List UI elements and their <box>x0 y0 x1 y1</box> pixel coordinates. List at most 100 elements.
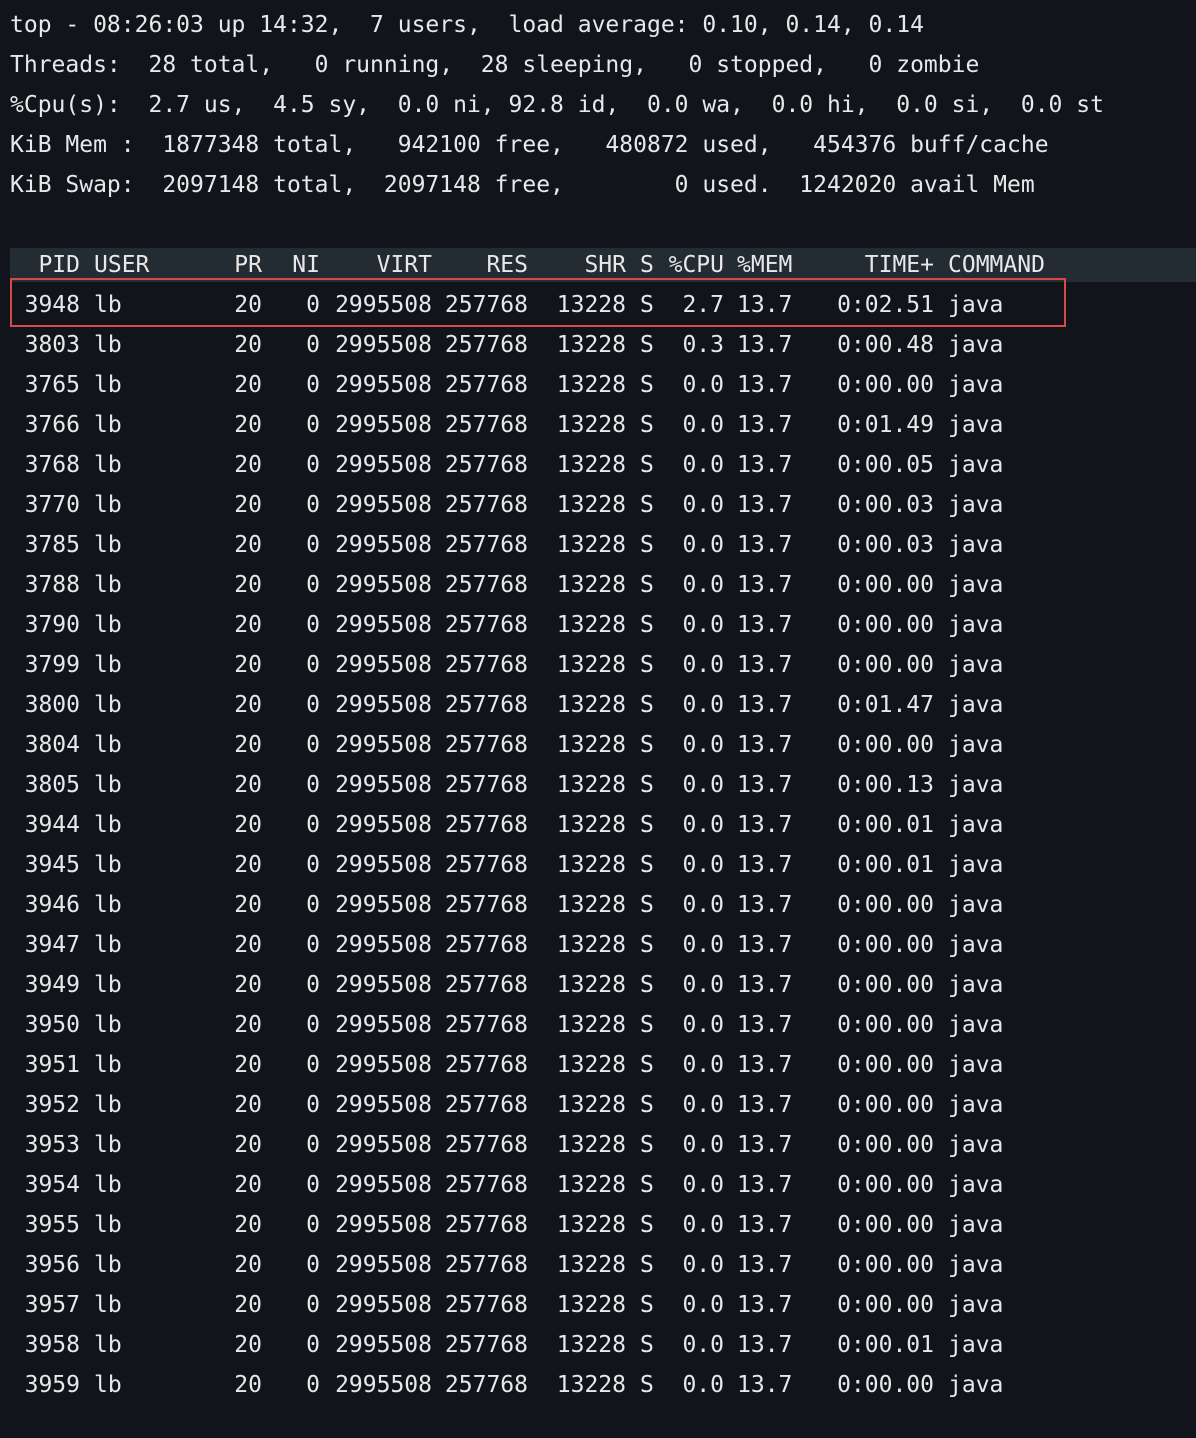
command-cell: java <box>948 812 1004 838</box>
mem-cell: 13.7 <box>737 452 793 478</box>
time-cell: 0:00.48 <box>837 332 934 358</box>
command-cell: java <box>948 652 1004 678</box>
shr-cell: 13228 <box>556 652 626 678</box>
virt-cell: 2995508 <box>335 852 432 878</box>
state-cell: S <box>640 492 654 518</box>
state-cell: S <box>640 852 654 878</box>
user-cell: lb <box>94 412 122 438</box>
virt-cell: 2995508 <box>335 892 432 918</box>
shr-cell: 13228 <box>556 372 626 398</box>
nice-cell: 0 <box>306 1132 320 1158</box>
cpu-cell: 0.0 <box>682 1132 724 1158</box>
summary-threads-line: Threads: 28 total, 0 running, 28 sleepin… <box>10 52 980 78</box>
command-cell: java <box>948 972 1004 998</box>
command-cell: java <box>948 612 1004 638</box>
command-cell: java <box>948 1132 1004 1158</box>
shr-cell: 13228 <box>556 1212 626 1238</box>
state-cell: S <box>640 452 654 478</box>
res-cell: 257768 <box>444 1252 528 1278</box>
pid-cell: 3957 <box>24 1292 80 1318</box>
cpu-cell: 0.0 <box>682 1212 724 1238</box>
nice-cell: 0 <box>306 1252 320 1278</box>
mem-cell: 13.7 <box>737 932 793 958</box>
cpu-cell: 0.0 <box>682 1372 724 1398</box>
pid-cell: 3805 <box>24 772 80 798</box>
priority-cell: 20 <box>234 972 262 998</box>
user-cell: lb <box>94 452 122 478</box>
mem-cell: 13.7 <box>737 412 793 438</box>
nice-cell: 0 <box>306 1332 320 1358</box>
nice-cell: 0 <box>306 372 320 398</box>
time-cell: 0:00.00 <box>837 1372 934 1398</box>
pid-cell: 3956 <box>24 1252 80 1278</box>
mem-cell: 13.7 <box>737 1332 793 1358</box>
command-cell: java <box>948 1092 1004 1118</box>
state-cell: S <box>640 412 654 438</box>
priority-cell: 20 <box>234 692 262 718</box>
res-cell: 257768 <box>444 332 528 358</box>
shr-cell: 13228 <box>556 332 626 358</box>
summary-uptime-line: top - 08:26:03 up 14:32, 7 users, load a… <box>10 12 924 38</box>
shr-cell: 13228 <box>556 772 626 798</box>
priority-cell: 20 <box>234 1212 262 1238</box>
command-cell: java <box>948 1292 1004 1318</box>
res-cell: 257768 <box>444 1012 528 1038</box>
nice-cell: 0 <box>306 972 320 998</box>
state-cell: S <box>640 1332 654 1358</box>
mem-cell: 13.7 <box>737 1292 793 1318</box>
mem-cell: 13.7 <box>737 812 793 838</box>
state-cell: S <box>640 1252 654 1278</box>
nice-cell: 0 <box>306 612 320 638</box>
mem-cell: 13.7 <box>737 1132 793 1158</box>
shr-cell: 13228 <box>556 1372 626 1398</box>
mem-cell: 13.7 <box>737 972 793 998</box>
virt-cell: 2995508 <box>335 652 432 678</box>
time-cell: 0:00.00 <box>837 732 934 758</box>
cpu-cell: 0.0 <box>682 732 724 758</box>
user-cell: lb <box>94 1132 122 1158</box>
priority-cell: 20 <box>234 372 262 398</box>
shr-cell: 13228 <box>556 1012 626 1038</box>
user-cell: lb <box>94 372 122 398</box>
command-cell: java <box>948 1332 1004 1358</box>
priority-cell: 20 <box>234 612 262 638</box>
nice-cell: 0 <box>306 1372 320 1398</box>
virt-cell: 2995508 <box>335 732 432 758</box>
command-cell: java <box>948 1372 1004 1398</box>
cpu-cell: 0.0 <box>682 652 724 678</box>
state-cell: S <box>640 1172 654 1198</box>
state-cell: S <box>640 1372 654 1398</box>
state-cell: S <box>640 932 654 958</box>
pid-cell: 3955 <box>24 1212 80 1238</box>
user-cell: lb <box>94 812 122 838</box>
pid-cell: 3958 <box>24 1332 80 1358</box>
priority-cell: 20 <box>234 332 262 358</box>
pid-cell: 3765 <box>24 372 80 398</box>
cpu-cell: 0.0 <box>682 532 724 558</box>
time-cell: 0:00.00 <box>837 652 934 678</box>
shr-cell: 13228 <box>556 1332 626 1358</box>
priority-cell: 20 <box>234 732 262 758</box>
time-cell: 0:00.03 <box>837 492 934 518</box>
time-cell: 0:00.01 <box>837 1332 934 1358</box>
pid-cell: 3953 <box>24 1132 80 1158</box>
virt-cell: 2995508 <box>335 332 432 358</box>
res-cell: 257768 <box>444 652 528 678</box>
pid-cell: 3947 <box>24 932 80 958</box>
virt-cell: 2995508 <box>335 972 432 998</box>
nice-cell: 0 <box>306 492 320 518</box>
res-cell: 257768 <box>444 892 528 918</box>
res-cell: 257768 <box>444 732 528 758</box>
priority-cell: 20 <box>234 1252 262 1278</box>
res-cell: 257768 <box>444 972 528 998</box>
nice-cell: 0 <box>306 452 320 478</box>
user-cell: lb <box>94 972 122 998</box>
pid-cell: 3768 <box>24 452 80 478</box>
pid-cell: 3951 <box>24 1052 80 1078</box>
res-cell: 257768 <box>444 492 528 518</box>
virt-cell: 2995508 <box>335 532 432 558</box>
mem-cell: 13.7 <box>737 332 793 358</box>
time-cell: 0:00.00 <box>837 1292 934 1318</box>
shr-cell: 13228 <box>556 812 626 838</box>
shr-cell: 13228 <box>556 572 626 598</box>
